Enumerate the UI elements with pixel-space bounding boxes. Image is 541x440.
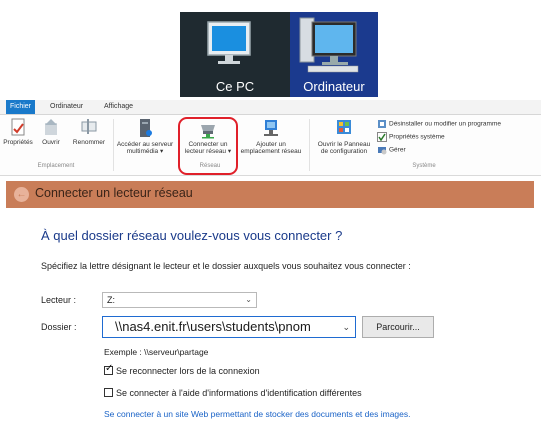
rename-icon bbox=[81, 119, 97, 134]
properties-icon bbox=[11, 118, 25, 136]
reconnect-label: Se reconnecter lors de la connexion bbox=[116, 366, 260, 376]
this-pc-icon bbox=[207, 21, 251, 64]
uninstall-program-button[interactable]: Désinstaller ou modifier un programme bbox=[377, 119, 501, 129]
reconnect-checkbox[interactable]: ✓ bbox=[104, 363, 114, 375]
drive-select[interactable]: Z: ⌄ bbox=[102, 292, 257, 308]
chevron-down-icon: ⌄ bbox=[245, 295, 252, 304]
wizard-title: Connecter un lecteur réseau bbox=[35, 186, 193, 200]
checkmark-icon: ✓ bbox=[105, 363, 114, 374]
group-location-label: Emplacement bbox=[37, 163, 75, 169]
this-pc-tile[interactable]: Ce PC bbox=[180, 12, 290, 97]
browse-button[interactable]: Parcourir... bbox=[362, 316, 434, 338]
media-server-icon bbox=[140, 119, 152, 137]
properties-button[interactable]: Propriétés bbox=[2, 117, 34, 146]
system-properties-button[interactable]: Propriétés système bbox=[377, 132, 445, 142]
wizard-description: Spécifiez la lettre désignant le lecteur… bbox=[41, 261, 411, 271]
programs-icon bbox=[378, 120, 386, 128]
computer-tile[interactable]: Ordinateur bbox=[290, 12, 378, 97]
manage-button[interactable]: Gérer bbox=[377, 145, 406, 155]
control-panel-button[interactable]: Ouvrir le Panneau de configuration bbox=[312, 117, 376, 155]
manage-icon bbox=[378, 147, 387, 155]
media-server-label-line2: multimédia ▾ bbox=[126, 148, 164, 155]
network-location-icon bbox=[264, 120, 278, 136]
tab-computer[interactable]: Ordinateur bbox=[46, 100, 87, 114]
chevron-down-icon[interactable]: ⌄ bbox=[342, 317, 350, 337]
open-label: Ouvrir bbox=[42, 139, 60, 146]
media-server-label-line1: Accéder au serveur bbox=[116, 141, 174, 148]
tab-file[interactable]: Fichier bbox=[6, 100, 36, 114]
media-server-button[interactable]: Accéder au serveur multimédia ▾ bbox=[115, 117, 175, 155]
uninstall-label: Désinstaller ou modifier un programme bbox=[389, 120, 501, 128]
website-storage-link[interactable]: Se connecter à un site Web permettant de… bbox=[104, 409, 410, 419]
folder-label: Dossier : bbox=[41, 322, 77, 332]
computer-label: Ordinateur bbox=[303, 79, 365, 94]
group-divider bbox=[113, 119, 114, 171]
ribbon-tab-bar: Fichier Ordinateur Affichage bbox=[0, 100, 541, 115]
add-location-label-line1: Ajouter un bbox=[256, 141, 286, 148]
open-button[interactable]: Ouvrir bbox=[36, 117, 66, 146]
folder-input[interactable]: \\nas4.enit.fr\users\students\pnom ⌄ bbox=[102, 316, 356, 338]
back-arrow-icon[interactable]: ← bbox=[14, 187, 29, 202]
reconnect-option[interactable]: ✓ Se reconnecter lors de la connexion bbox=[104, 363, 260, 376]
other-credentials-option[interactable]: Se connecter à l'aide d'informations d'i… bbox=[104, 388, 362, 398]
control-panel-icon bbox=[337, 120, 351, 134]
properties-label: Propriétés bbox=[3, 139, 33, 146]
system-properties-icon bbox=[377, 132, 387, 142]
folder-value: \\nas4.enit.fr\users\students\pnom bbox=[115, 319, 311, 334]
other-credentials-checkbox[interactable] bbox=[104, 388, 113, 397]
ribbon: Propriétés Ouvrir Renommer Emplacement A… bbox=[0, 115, 541, 176]
add-network-location-button[interactable]: Ajouter un emplacement réseau bbox=[238, 117, 304, 155]
add-location-label-line2: emplacement réseau bbox=[240, 148, 302, 155]
highlight-annotation bbox=[178, 117, 238, 175]
tab-view[interactable]: Affichage bbox=[100, 100, 137, 114]
control-panel-label-line1: Ouvrir le Panneau bbox=[317, 141, 371, 148]
system-properties-label: Propriétés système bbox=[389, 133, 445, 141]
group-divider bbox=[309, 119, 310, 171]
rename-label: Renommer bbox=[72, 139, 106, 146]
group-system-label: Système bbox=[412, 163, 436, 169]
rename-button[interactable]: Renommer bbox=[68, 117, 110, 146]
manage-label: Gérer bbox=[389, 146, 406, 154]
computer-icon bbox=[299, 17, 359, 73]
this-pc-label: Ce PC bbox=[215, 79, 255, 94]
wizard-heading: À quel dossier réseau voulez-vous vous c… bbox=[41, 228, 343, 243]
open-icon bbox=[45, 119, 57, 135]
other-credentials-label: Se connecter à l'aide d'informations d'i… bbox=[116, 388, 362, 398]
control-panel-label-line2: de configuration bbox=[320, 148, 368, 155]
drive-value: Z: bbox=[107, 295, 115, 305]
wizard-header: ← Connecter un lecteur réseau bbox=[6, 181, 534, 208]
example-text: Exemple : \\serveur\partage bbox=[104, 347, 209, 357]
drive-label: Lecteur : bbox=[41, 295, 77, 305]
